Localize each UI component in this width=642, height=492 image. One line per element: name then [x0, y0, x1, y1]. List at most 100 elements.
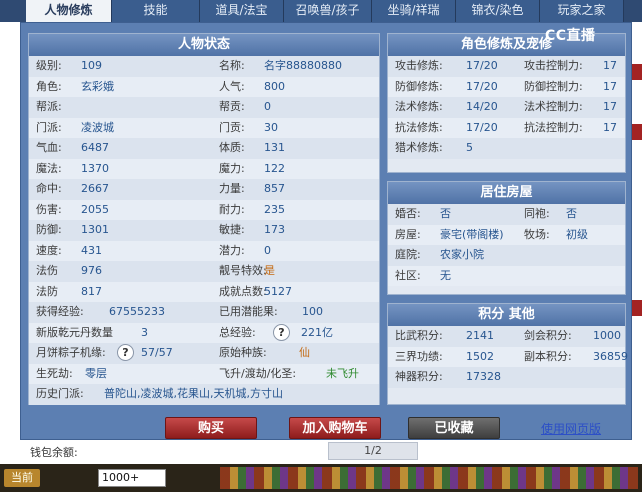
cultivation-label: 攻击控制力:: [524, 59, 583, 72]
points-title: 积分 其他: [388, 304, 625, 326]
points-label: 比武积分:: [395, 329, 443, 342]
status-row: 速度: 431 潜力: 0: [29, 240, 379, 261]
status-label: 气血:: [36, 141, 62, 154]
tab-items[interactable]: 道具/法宝: [200, 0, 284, 22]
status-label: 历史门派:: [36, 387, 84, 400]
status-label: 帮派:: [36, 100, 62, 113]
character-status-title: 人物状态: [29, 34, 379, 56]
buy-button[interactable]: 购买: [165, 417, 257, 439]
status-row: 帮派: 帮贡: 0: [29, 97, 379, 118]
points-row: 比武积分: 2141 剑会积分: 1000: [388, 326, 625, 347]
character-panel: 人物状态 级别: 109 名称: 名字88880880 角色: 玄彩娥 人气: 800 帮派: 帮…: [20, 22, 632, 440]
house-row: 婚否: 否 同袍: 否: [388, 204, 625, 225]
status-label: 门派:: [36, 120, 62, 134]
status-row: 历史门派: 普陀山,凌波城,花果山,天机城,方寸山: [29, 384, 379, 405]
status-value: 67555233: [109, 305, 165, 318]
game-icon-strip[interactable]: [220, 467, 638, 489]
house-label: 同袍:: [524, 207, 550, 220]
use-web-version-link[interactable]: 使用网页版: [541, 420, 601, 437]
status-row: 月饼粽子机缘: 57/57 原始种族: 仙?: [29, 343, 379, 364]
points-value: 36859: [593, 349, 628, 363]
points-label: 神器积分:: [395, 370, 443, 383]
status-row: 获得经验: 67555233 已用潜能果: 100: [29, 302, 379, 323]
cultivation-value: 17: [603, 79, 617, 93]
points-row: 三界功绩: 1502 副本积分: 36859: [388, 346, 628, 367]
house-value: 否: [440, 207, 451, 220]
cultivation-value: 17: [603, 100, 617, 113]
game-footer: 钱包余额: 1/2: [0, 440, 642, 464]
page-indicator[interactable]: 1/2: [328, 442, 418, 460]
add-to-cart-button[interactable]: 加入购物车: [289, 417, 381, 439]
cultivation-value: 17/20: [466, 120, 498, 134]
status-value: 2667: [81, 182, 109, 195]
character-status-section: 人物状态 级别: 109 名称: 名字88880880 角色: 玄彩娥 人气: 800 帮派: 帮…: [28, 33, 380, 405]
cultivation-row: 防御修炼: 17/20 防御控制力: 17: [388, 76, 625, 97]
help-icon[interactable]: ?: [273, 323, 290, 341]
status-label: 生死劫:: [36, 366, 73, 380]
favorited-button[interactable]: 已收藏: [408, 417, 500, 439]
points-value: 17328: [466, 370, 501, 383]
tab-player-home[interactable]: 玩家之家: [540, 0, 624, 22]
status-label: 名称:: [219, 59, 245, 72]
tab-mounts[interactable]: 坐骑/祥瑞: [372, 0, 456, 22]
tab-bar: 人物修炼 技能 道具/法宝 召唤兽/孩子 坐骑/祥瑞 锦衣/染色 玩家之家: [0, 0, 642, 22]
tab-skills[interactable]: 技能: [112, 0, 200, 22]
cultivation-label: 法术修炼:: [395, 100, 443, 113]
status-value: 2055: [81, 202, 109, 216]
cultivation-row: 猎术修炼: 5: [388, 138, 625, 159]
status-label: 法防: [36, 284, 58, 298]
right-column: 角色修炼及宠修 攻击修炼: 17/20 攻击控制力: 17 防御修炼: 17/20 防御控制…: [387, 33, 628, 405]
status-value: 是: [264, 264, 275, 277]
status-label: 速度:: [36, 243, 62, 257]
status-label: 门贡:: [219, 120, 245, 134]
status-value: 57/57: [141, 346, 173, 359]
status-value: 名字88880880: [264, 59, 342, 72]
status-label: 命中:: [36, 182, 62, 195]
status-value: 零层: [85, 366, 107, 380]
chat-input[interactable]: 1000+: [98, 469, 166, 487]
cultivation-value: 14/20: [466, 100, 498, 113]
status-value: 1301: [81, 223, 109, 236]
cultivation-label: 猎术修炼:: [395, 141, 443, 154]
cultivation-row: 攻击修炼: 17/20 攻击控制力: 17: [388, 56, 625, 77]
points-label: 剑会积分:: [524, 329, 572, 342]
house-rows: 婚否: 否 同袍: 否房屋: 豪宅(带阁楼) 牧场: 初级 庭院: 农家小院 社区: 无: [388, 204, 625, 286]
status-label: 法伤: [36, 264, 58, 277]
house-row: 房屋: 豪宅(带阁楼) 牧场: 初级: [388, 224, 625, 245]
status-row: 新版乾元丹数量 3 总经验: 221亿?: [29, 322, 379, 343]
points-section: 积分 其他 比武积分: 2141 剑会积分: 1000 三界功绩: 1502 副本积分: 36…: [387, 303, 628, 405]
tab-pets[interactable]: 召唤兽/孩子: [284, 0, 372, 22]
status-label: 力量:: [219, 182, 245, 195]
points-value: 1000: [593, 329, 621, 342]
cultivation-label: 法术控制力:: [524, 100, 583, 113]
status-value: 5127: [264, 284, 292, 298]
status-label: 角色:: [36, 79, 62, 93]
cultivation-row: 抗法修炼: 17/20 抗法控制力: 17: [388, 117, 625, 138]
status-label: 潜力:: [219, 243, 245, 257]
help-icon[interactable]: ?: [117, 344, 134, 361]
status-label: 级别:: [36, 59, 62, 72]
status-value: 玄彩娥: [81, 79, 114, 93]
cultivation-row: 法术修炼: 14/20 法术控制力: 17: [388, 97, 625, 118]
house-row: 社区: 无: [388, 265, 625, 286]
status-label: 耐力:: [219, 202, 245, 216]
cultivation-label: 攻击修炼:: [395, 59, 443, 72]
status-label: 伤害:: [36, 202, 62, 216]
status-value: 100: [302, 305, 323, 318]
tab-outfits[interactable]: 锦衣/染色: [456, 0, 540, 22]
status-value: 1370: [81, 161, 109, 175]
status-label: 已用潜能果:: [219, 305, 278, 318]
house-label: 牧场:: [524, 227, 550, 241]
status-label: 月饼粽子机缘:: [36, 346, 106, 359]
channel-current-button[interactable]: 当前: [4, 469, 40, 487]
side-tag: [632, 300, 642, 316]
tab-character-cultivation[interactable]: 人物修炼: [26, 0, 112, 22]
status-label: 原始种族:: [219, 346, 267, 359]
status-value: 800: [264, 79, 285, 93]
status-value: 3: [141, 325, 148, 339]
cultivation-label: 抗法控制力:: [524, 120, 583, 134]
status-value: 857: [264, 182, 285, 195]
status-label: 防御:: [36, 223, 62, 236]
status-value: 131: [264, 141, 285, 154]
status-row: 气血: 6487 体质: 131: [29, 138, 379, 159]
